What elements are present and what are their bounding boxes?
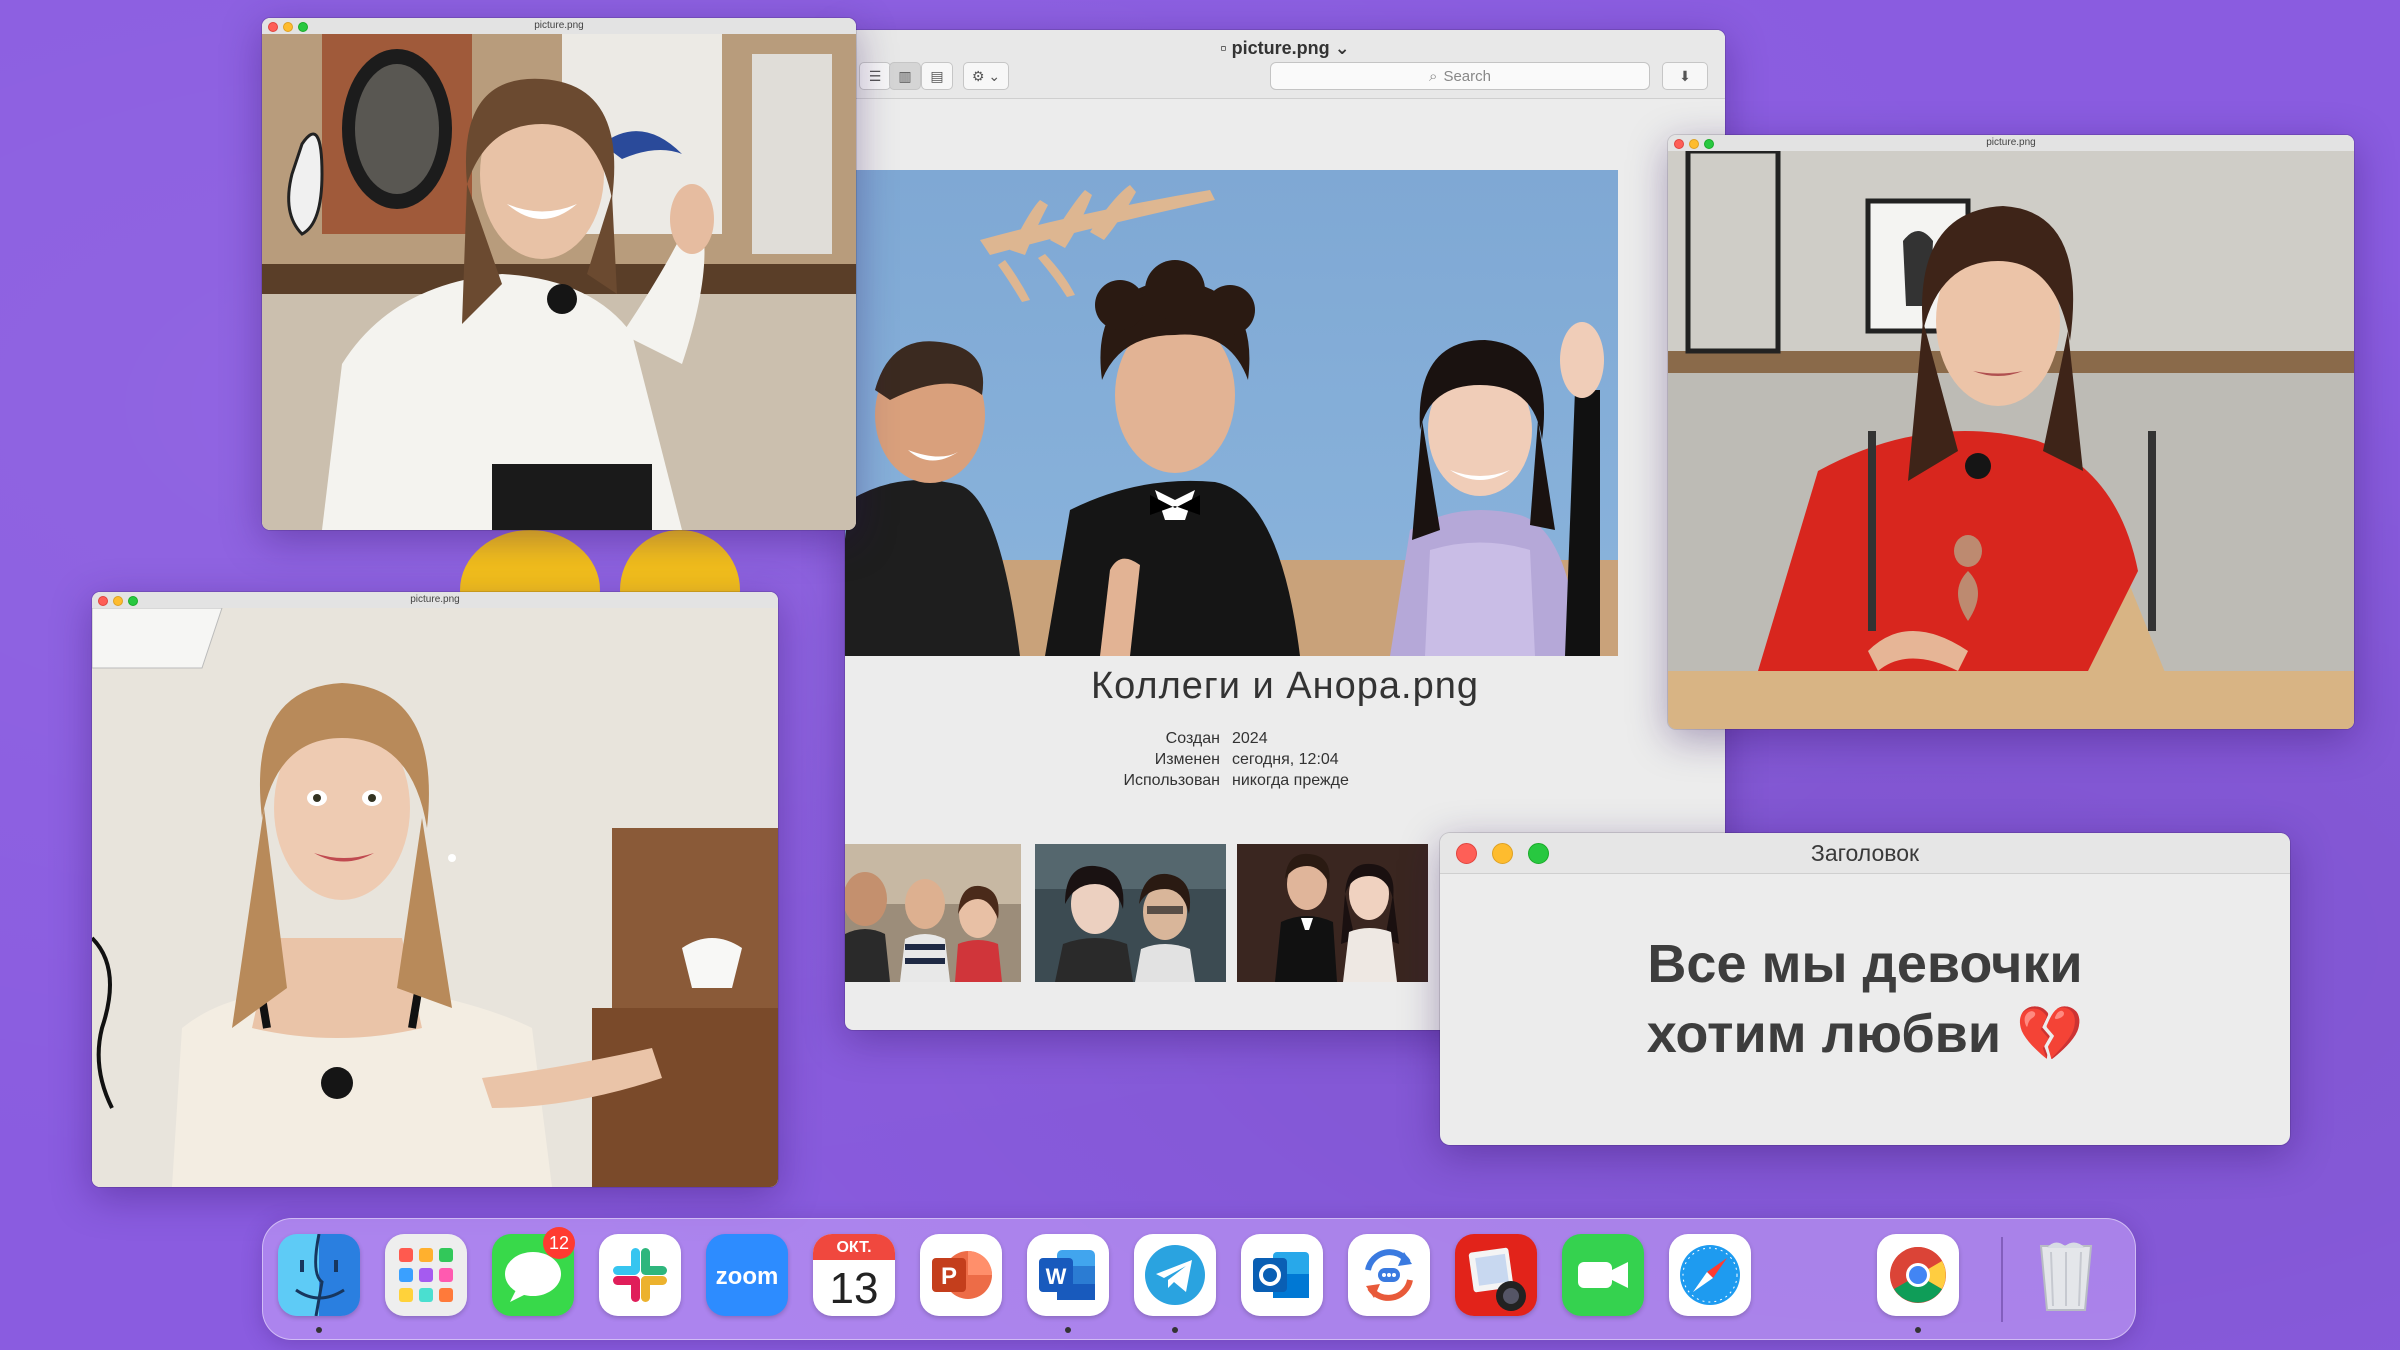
minimize-icon[interactable]: [1689, 139, 1699, 149]
minimize-icon[interactable]: [283, 22, 293, 32]
titlebar: picture.png: [262, 18, 856, 35]
action-gear-button[interactable]: ⚙ ⌄: [963, 62, 1009, 90]
meta-modified-value: сегодня, 12:04: [1232, 751, 1339, 768]
slack-icon[interactable]: [599, 1234, 681, 1316]
launchpad-icon[interactable]: [385, 1234, 467, 1316]
main-preview-photo: [845, 170, 1618, 656]
video-frame: [262, 34, 856, 530]
close-icon[interactable]: [1674, 139, 1684, 149]
search-icon: ⌕: [1429, 67, 1438, 85]
dialog-title: Заголовок: [1810, 840, 1920, 866]
column-view-button[interactable]: ▥: [889, 62, 921, 90]
chrome-icon[interactable]: [1877, 1234, 1959, 1316]
thumbnail-3[interactable]: [1237, 844, 1428, 982]
file-name-label: Коллеги и Анора.png: [1090, 665, 1480, 707]
messages-badge: 12: [543, 1227, 575, 1259]
titlebar: picture.png: [1668, 135, 2354, 152]
window-title: picture.png: [410, 594, 460, 605]
search-input[interactable]: ⌕ Search: [1270, 62, 1650, 90]
screen-sharing-icon[interactable]: [1348, 1234, 1430, 1316]
calendar-month: ОКТ.: [836, 1239, 872, 1256]
video-window-right[interactable]: picture.png: [1668, 135, 2354, 729]
traffic-lights: [1456, 843, 1549, 864]
download-button[interactable]: ⬇: [1662, 62, 1708, 90]
zoom-app-icon[interactable]: zoom: [706, 1234, 788, 1316]
main-titlebar: ▫ picture.png ⌄ ☰ ▥ ▤ ⚙ ⌄ ⌕ Search ⬇: [845, 30, 1725, 99]
chrome-running-dot: [1915, 1327, 1921, 1333]
powerpoint-icon[interactable]: P: [920, 1234, 1002, 1316]
dock: 12 zoom ОКТ. 13 P W: [262, 1218, 2136, 1340]
close-icon[interactable]: [268, 22, 278, 32]
chevron-down-icon: ⌄: [1329, 38, 1350, 58]
minimize-icon[interactable]: [1492, 843, 1513, 864]
outlook-icon[interactable]: [1241, 1234, 1323, 1316]
window-title[interactable]: ▫ picture.png ⌄: [845, 38, 1725, 59]
trash-icon[interactable]: [2025, 1234, 2107, 1316]
facetime-icon[interactable]: [1562, 1234, 1644, 1316]
close-icon[interactable]: [98, 596, 108, 606]
file-icon: ▫: [1220, 38, 1232, 58]
zoom-icon[interactable]: [298, 22, 308, 32]
zoom-icon[interactable]: [1704, 139, 1714, 149]
calendar-icon[interactable]: ОКТ. 13: [813, 1234, 895, 1316]
list-view-button[interactable]: ☰: [859, 62, 891, 90]
dialog-message-line-2: хотим любви 💔: [1646, 1004, 2084, 1064]
meta-created-value: 2024: [1232, 730, 1268, 747]
traffic-lights: [268, 22, 308, 32]
calendar-day: 13: [829, 1264, 879, 1313]
dialog-message-line-1: Все мы девочки: [1647, 934, 2083, 994]
thumbnail-2[interactable]: [1035, 844, 1226, 982]
video-window-top-left[interactable]: picture.png: [262, 18, 856, 530]
metadata-values: 2024 сегодня, 12:04 никогда прежде: [1232, 728, 1349, 791]
finder-running-dot: [316, 1327, 322, 1333]
safari-icon[interactable]: [1669, 1234, 1751, 1316]
titlebar: picture.png: [92, 592, 778, 609]
traffic-lights: [1674, 139, 1714, 149]
video-frame: [1668, 151, 2354, 729]
word-running-dot: [1065, 1327, 1071, 1333]
minimize-icon[interactable]: [113, 596, 123, 606]
zoom-icon[interactable]: [1528, 843, 1549, 864]
zoom-label: zoom: [715, 1263, 779, 1290]
meta-modified-label: Изменен: [1154, 751, 1220, 768]
thumbnail-1[interactable]: [845, 844, 1021, 982]
dialog-titlebar: Заголовок: [1440, 833, 2290, 874]
title-dialog: Заголовок Все мы девочки хотим любви 💔: [1440, 833, 2290, 1145]
window-title: picture.png: [1986, 137, 2036, 148]
meta-used-value: никогда прежде: [1232, 772, 1349, 789]
zoom-icon[interactable]: [128, 596, 138, 606]
download-icon: ⬇: [1679, 67, 1691, 84]
svg-text:P: P: [941, 1263, 957, 1290]
close-icon[interactable]: [1456, 843, 1477, 864]
gear-icon: ⚙ ⌄: [971, 67, 1001, 84]
video-frame: [92, 608, 778, 1187]
video-window-bottom-left[interactable]: picture.png: [92, 592, 778, 1187]
finder-icon[interactable]: [278, 1234, 360, 1316]
svg-text:W: W: [1046, 1264, 1067, 1289]
telegram-icon[interactable]: [1134, 1234, 1216, 1316]
emoji-decoration: [440, 520, 740, 650]
dialog-message: Все мы девочки хотим любви 💔: [1440, 929, 2290, 1069]
window-title: picture.png: [534, 20, 584, 31]
meta-created-label: Создан: [1165, 730, 1220, 747]
gallery-view-button[interactable]: ▤: [921, 62, 953, 90]
dock-divider: [2001, 1237, 2003, 1322]
telegram-running-dot: [1172, 1327, 1178, 1333]
photo-booth-icon[interactable]: [1455, 1234, 1537, 1316]
metadata-labels: Создан Изменен Использован: [845, 728, 1221, 791]
traffic-lights: [98, 596, 138, 606]
word-icon[interactable]: W: [1027, 1234, 1109, 1316]
meta-used-label: Использован: [1123, 772, 1221, 789]
